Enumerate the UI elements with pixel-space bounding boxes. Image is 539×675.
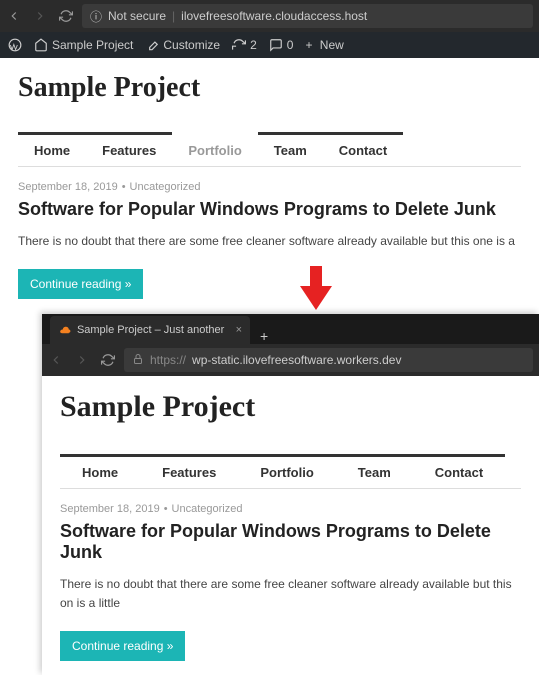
post-date: September 18, 2019 [60,503,160,515]
wp-new[interactable]: + New [305,38,343,52]
post-meta: September 18, 2019•Uncategorized [18,181,521,193]
lock-icon [132,353,144,368]
refresh-button[interactable] [100,352,116,368]
browser-tab[interactable]: Sample Project – Just another W × [50,316,250,344]
site-title[interactable]: Sample Project [18,72,521,104]
bottom-site-content: Sample Project Home Features Portfolio T… [42,376,539,675]
site-title[interactable]: Sample Project [60,390,521,424]
security-label: Not secure [108,9,166,23]
new-tab-button[interactable]: + [250,328,278,344]
post-category[interactable]: Uncategorized [172,503,243,515]
nav-features[interactable]: Features [140,454,238,488]
bottom-address-bar[interactable]: https:// wp-static.ilovefreesoftware.work… [124,348,533,372]
post-title[interactable]: Software for Popular Windows Programs to… [18,199,521,220]
wp-comments[interactable]: 0 [269,38,294,52]
post-title[interactable]: Software for Popular Windows Programs to… [60,521,521,563]
wp-admin-bar: Sample Project Customize 2 0 + New [0,32,539,58]
nav-home[interactable]: Home [60,454,140,488]
continue-reading-button[interactable]: Continue reading » [18,269,143,299]
continue-reading-button[interactable]: Continue reading » [60,631,185,661]
wp-site-name[interactable]: Sample Project [34,38,133,52]
info-icon: ⓘ [90,8,102,25]
bottom-browser-window: Sample Project – Just another W × + http… [42,314,539,675]
cloudflare-icon [58,323,71,337]
nav-team[interactable]: Team [336,454,413,488]
nav-contact[interactable]: Contact [323,132,403,166]
divider: | [172,9,175,23]
post-meta: September 18, 2019•Uncategorized [60,503,521,515]
back-button[interactable] [48,352,64,368]
bottom-toolbar: https:// wp-static.ilovefreesoftware.work… [42,344,539,376]
nav-contact[interactable]: Contact [413,454,505,488]
top-site-content: Sample Project Home Features Portfolio T… [0,58,539,313]
top-toolbar: ⓘ Not secure | ilovefreesoftware.cloudac… [0,0,539,32]
comparison-arrow-icon [298,266,334,315]
post-excerpt: There is no doubt that there are some fr… [60,575,521,613]
wp-customize[interactable]: Customize [145,38,220,52]
nav-home[interactable]: Home [18,132,86,166]
back-button[interactable] [6,8,22,24]
url-text: ilovefreesoftware.cloudaccess.host [181,9,367,23]
nav-portfolio[interactable]: Portfolio [172,132,257,166]
tab-title: Sample Project – Just another W [77,324,226,336]
top-address-bar[interactable]: ⓘ Not secure | ilovefreesoftware.cloudac… [82,4,533,28]
post-category[interactable]: Uncategorized [130,181,201,193]
forward-button[interactable] [32,8,48,24]
nav-portfolio[interactable]: Portfolio [238,454,335,488]
top-browser-chrome: ⓘ Not secure | ilovefreesoftware.cloudac… [0,0,539,32]
wp-logo[interactable] [8,38,22,52]
url-text: wp-static.ilovefreesoftware.workers.dev [192,353,401,367]
refresh-button[interactable] [58,8,74,24]
nav-team[interactable]: Team [258,132,323,166]
bottom-nav-menu: Home Features Portfolio Team Contact [60,454,521,489]
tab-strip: Sample Project – Just another W × + [42,314,539,344]
wp-updates[interactable]: 2 [232,38,257,52]
forward-button[interactable] [74,352,90,368]
post-date: September 18, 2019 [18,181,118,193]
close-tab-icon[interactable]: × [236,324,242,336]
post-excerpt: There is no doubt that there are some fr… [18,232,521,251]
url-protocol: https:// [150,353,186,367]
top-nav-menu: Home Features Portfolio Team Contact [18,132,521,167]
nav-features[interactable]: Features [86,132,172,166]
